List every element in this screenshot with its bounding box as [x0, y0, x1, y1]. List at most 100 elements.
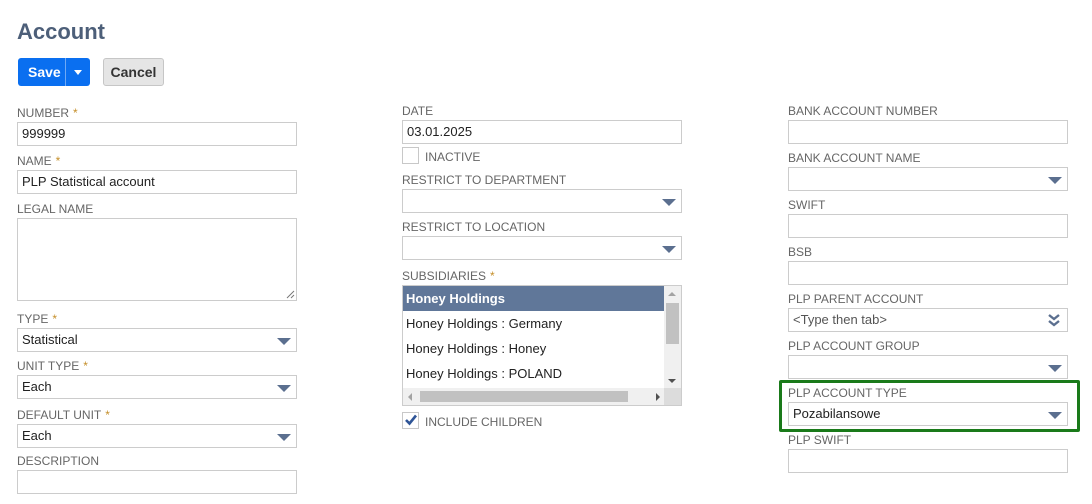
bsb-label: BSB [788, 245, 813, 259]
restrict-department-field: RESTRICT TO DEPARTMENT [402, 173, 682, 213]
scroll-up-icon[interactable] [668, 292, 676, 296]
horizontal-scrollbar[interactable] [403, 388, 665, 405]
number-input[interactable]: 999999 [17, 122, 297, 146]
scrollbar-thumb[interactable] [666, 303, 679, 344]
default-unit-field: DEFAULT UNIT * Each [17, 408, 297, 448]
include-children-checkbox[interactable] [402, 411, 419, 429]
list-item[interactable]: Honey Holdings : POLAND [403, 361, 665, 386]
plp-account-type-select[interactable]: Pozabilansowe [788, 402, 1068, 426]
bsb-field: BSB [788, 245, 1068, 285]
default-unit-value: Each [22, 428, 52, 443]
inactive-checkbox-row: INACTIVE [402, 146, 480, 164]
scrollbar-thumb[interactable] [420, 391, 628, 402]
scroll-right-icon[interactable] [656, 393, 660, 401]
dropdown-arrow-icon[interactable] [277, 385, 291, 392]
name-input[interactable]: PLP Statistical account [17, 170, 297, 194]
save-button-group: Save [18, 58, 90, 86]
plp-parent-account-field: PLP PARENT ACCOUNT <Type then tab> [788, 292, 1068, 332]
plp-account-type-field: PLP ACCOUNT TYPE Pozabilansowe [788, 386, 1068, 426]
vertical-scrollbar[interactable] [664, 286, 681, 388]
required-marker: * [490, 269, 495, 283]
list-item[interactable]: Honey Holdings : Germany [403, 311, 665, 336]
restrict-location-select[interactable] [402, 236, 682, 260]
plp-account-group-field: PLP ACCOUNT GROUP [788, 339, 1068, 379]
plp-parent-account-label: PLP PARENT ACCOUNT [788, 292, 924, 306]
inactive-checkbox[interactable] [402, 146, 419, 164]
default-unit-select[interactable]: Each [17, 424, 297, 448]
unit-type-value: Each [22, 379, 52, 394]
legal-name-textarea[interactable] [17, 218, 297, 301]
plp-swift-input[interactable] [788, 449, 1068, 473]
required-marker: * [52, 312, 58, 326]
bank-account-name-field: BANK ACCOUNT NAME [788, 151, 1068, 191]
subsidiaries-field: SUBSIDIARIES * Honey Holdings Honey Holdi… [402, 269, 682, 406]
name-field: NAME * PLP Statistical account [17, 154, 297, 194]
resize-grip-icon[interactable] [286, 290, 295, 299]
page-title: Account [17, 19, 105, 44]
bank-account-number-field: BANK ACCOUNT NUMBER [788, 104, 1068, 144]
plp-parent-account-input[interactable]: <Type then tab> [788, 308, 1068, 332]
inactive-label: INACTIVE [425, 150, 481, 164]
unit-type-field: UNIT TYPE * Each [17, 359, 297, 399]
description-input[interactable] [17, 470, 297, 494]
save-menu-button[interactable] [65, 58, 90, 86]
unit-type-select[interactable]: Each [17, 375, 297, 399]
type-select[interactable]: Statistical [17, 328, 297, 352]
swift-input[interactable] [788, 214, 1068, 238]
plp-swift-label: PLP SWIFT [788, 433, 852, 447]
type-value: Statistical [22, 332, 78, 347]
bank-account-name-label: BANK ACCOUNT NAME [788, 151, 921, 165]
cancel-button[interactable]: Cancel [103, 58, 164, 86]
dropdown-arrow-icon[interactable] [1048, 412, 1062, 419]
dropdown-arrow-icon[interactable] [277, 338, 291, 345]
plp-swift-field: PLP SWIFT [788, 433, 1068, 473]
dropdown-arrow-icon[interactable] [662, 246, 676, 253]
description-field: DESCRIPTION [17, 454, 297, 494]
include-children-label: INCLUDE CHILDREN [425, 415, 543, 429]
legal-name-label: LEGAL NAME [17, 202, 94, 216]
default-unit-label: DEFAULT UNIT [17, 408, 102, 422]
subsidiaries-listbox[interactable]: Honey Holdings Honey Holdings : Germany … [402, 285, 682, 406]
dropdown-arrow-icon[interactable] [1048, 365, 1062, 372]
bank-account-number-label: BANK ACCOUNT NUMBER [788, 104, 938, 118]
unit-type-label: UNIT TYPE [17, 359, 80, 373]
number-label: NUMBER [17, 106, 70, 120]
restrict-department-label: RESTRICT TO DEPARTMENT [402, 173, 567, 187]
scrollbar-corner [664, 388, 681, 405]
name-label: NAME [17, 154, 52, 168]
bsb-input[interactable] [788, 261, 1068, 285]
required-marker: * [55, 154, 61, 168]
checkmark-icon [405, 414, 418, 425]
list-item[interactable]: Honey Holdings [403, 286, 665, 311]
plp-account-group-select[interactable] [788, 355, 1068, 379]
dropdown-arrow-icon[interactable] [277, 434, 291, 441]
plp-account-group-label: PLP ACCOUNT GROUP [788, 339, 920, 353]
plp-account-type-label: PLP ACCOUNT TYPE [788, 386, 907, 400]
legal-name-field: LEGAL NAME [17, 202, 297, 301]
include-children-checkbox-row: INCLUDE CHILDREN [402, 411, 542, 429]
chevron-down-icon [74, 70, 82, 75]
list-item[interactable]: Honey Holdings : Honey [403, 336, 665, 361]
save-button[interactable]: Save [18, 58, 65, 86]
date-label: DATE [402, 104, 434, 118]
plp-parent-account-placeholder: <Type then tab> [793, 312, 887, 327]
double-chevron-down-icon[interactable] [1048, 313, 1060, 327]
restrict-location-label: RESTRICT TO LOCATION [402, 220, 546, 234]
scroll-left-icon[interactable] [408, 393, 412, 401]
date-field: DATE 03.01.2025 [402, 104, 682, 144]
plp-account-type-value: Pozabilansowe [793, 406, 881, 421]
bank-account-number-input[interactable] [788, 120, 1068, 144]
bank-account-name-select[interactable] [788, 167, 1068, 191]
subsidiaries-label: SUBSIDIARIES [402, 269, 487, 283]
restrict-department-select[interactable] [402, 189, 682, 213]
dropdown-arrow-icon[interactable] [662, 199, 676, 206]
swift-label: SWIFT [788, 198, 826, 212]
dropdown-arrow-icon[interactable] [1048, 177, 1062, 184]
required-marker: * [83, 359, 88, 373]
required-marker: * [73, 106, 78, 120]
date-input[interactable]: 03.01.2025 [402, 120, 682, 144]
scroll-down-icon[interactable] [668, 379, 676, 383]
type-field: TYPE * Statistical [17, 312, 297, 352]
swift-field: SWIFT [788, 198, 1068, 238]
number-field: NUMBER * 999999 [17, 106, 297, 146]
